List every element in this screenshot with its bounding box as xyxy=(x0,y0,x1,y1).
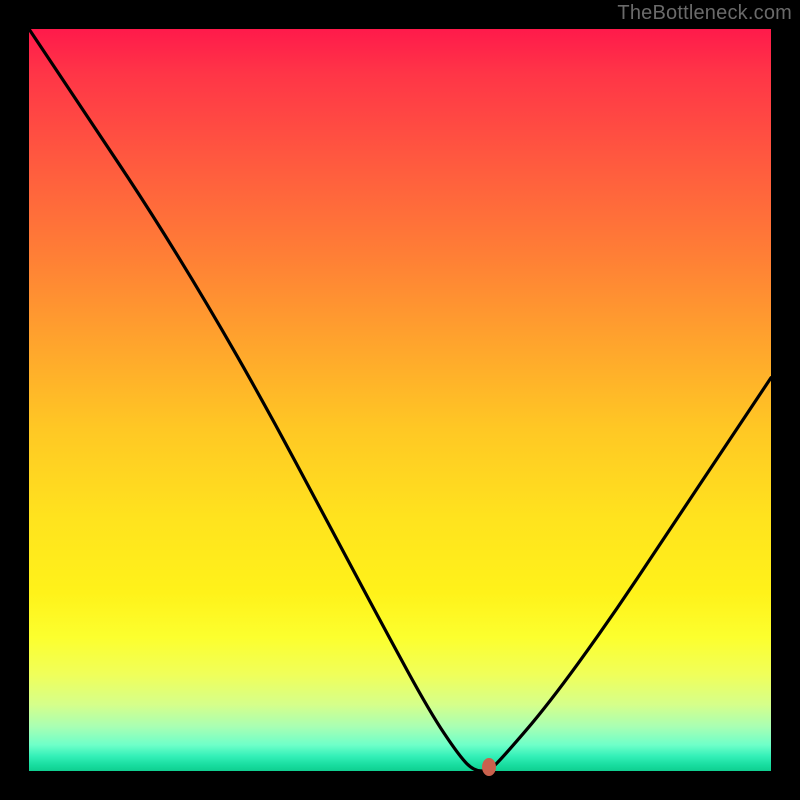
curve-path xyxy=(29,29,771,771)
optimal-point-marker xyxy=(482,758,496,776)
watermark-text: TheBottleneck.com xyxy=(617,2,792,25)
chart-frame: TheBottleneck.com xyxy=(0,0,800,800)
plot-area xyxy=(29,29,771,771)
bottleneck-curve xyxy=(29,29,771,771)
